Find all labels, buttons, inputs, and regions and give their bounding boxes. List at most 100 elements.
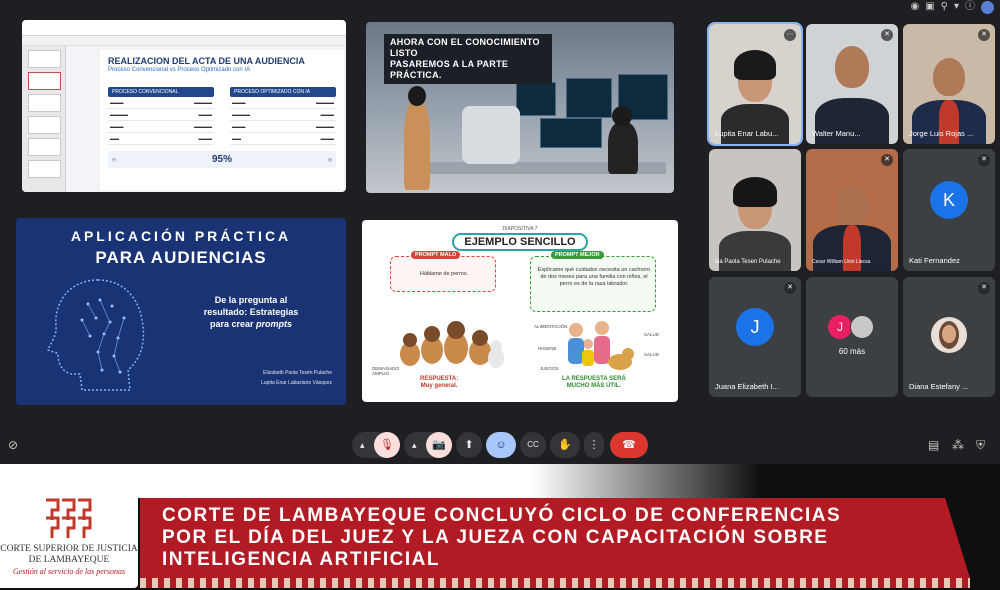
- participant-name: Walter Manu...: [812, 129, 861, 138]
- ej-kicker: DIAPOSITIVA 7: [502, 226, 538, 232]
- acta-row: ▬▬▬▬▬▬▬: [108, 97, 214, 109]
- mic-off-icon: ✕: [784, 282, 796, 294]
- participant-name: Jorge Luis Rojas ...: [909, 129, 974, 138]
- ej-good-answer: LA RESPUESTA SERÁ MUCHO MÁS ÚTIL.: [562, 376, 626, 390]
- ej-good-text: Explícame qué cuidados necesita un cacho…: [537, 267, 651, 287]
- participant-face: [933, 58, 965, 96]
- account-avatar[interactable]: [981, 0, 994, 14]
- participant-name: Diana Estefany ...: [909, 382, 969, 391]
- more-options-icon[interactable]: ⋯: [784, 29, 796, 41]
- court-logo-tagline: Gestión al servicio de las personas: [12, 567, 126, 576]
- acta-stat: 95%: [211, 154, 232, 165]
- raise-hand-button[interactable]: ✋: [550, 432, 580, 458]
- layout-icon[interactable]: ▣: [925, 1, 934, 13]
- participant-tile[interactable]: J ✕ Juana Elizabeth I...: [709, 277, 801, 397]
- mic-off-icon[interactable]: 🎙: [374, 432, 400, 458]
- participant-initial: K: [930, 181, 968, 220]
- acta-col-right-head: PROCESO OPTIMIZADO CON IA: [230, 87, 336, 97]
- mic-off-icon: ✕: [978, 154, 990, 166]
- participant-initial: J: [736, 308, 774, 347]
- record-icon[interactable]: ◉: [910, 1, 919, 13]
- acta-title: REALIZACION DEL ACTA DE UNA AUDIENCIA: [108, 56, 305, 66]
- acta-row: ▬▬▬▬▬▬▬: [230, 109, 336, 121]
- ap-body-line3: para crear prompts: [176, 318, 326, 330]
- ej-side-item: HIGIENE: [538, 346, 557, 351]
- leave-call-button[interactable]: ☎: [610, 432, 648, 458]
- ai-head-graphic: [47, 279, 145, 391]
- acta-col-left-head: PROCESO CONVENCIONAL: [108, 87, 214, 97]
- participant-tile[interactable]: ✕ Cesar William Uriol Llacsa: [806, 149, 898, 271]
- pin-icon[interactable]: ⚲: [941, 1, 948, 13]
- ap-body: De la pregunta al resultado: Estrategias…: [176, 294, 326, 330]
- mic-off-icon: ✕: [881, 154, 893, 166]
- shared-screen-aplicacion[interactable]: APLICACIÓN PRÁCTICA PARA AUDIENCIAS De l…: [16, 218, 346, 405]
- ej-bad-text: Háblame de perros.: [419, 271, 469, 277]
- mic-options-button[interactable]: ▴ 🎙: [352, 432, 400, 458]
- headline-line2: POR EL DÍA DEL JUEZ Y LA JUEZA CON CAPAC…: [162, 527, 829, 548]
- lab-banner-line2: PASAREMOS A LA PARTE PRÁCTICA.: [390, 59, 509, 80]
- lab-banner: AHORA CON EL CONOCIMIENTO LISTO PASAREMO…: [384, 34, 552, 84]
- participant-tile[interactable]: K ✕ Kati Fernandez: [903, 149, 995, 271]
- more-options-button[interactable]: ⋮: [584, 432, 604, 458]
- camera-options-button[interactable]: ▴ 📷: [404, 432, 452, 458]
- ej-good-answer-line2: MUCHO MÁS ÚTIL.: [566, 383, 622, 389]
- activities-icon[interactable]: ⁂: [952, 438, 964, 452]
- acta-subtitle: Proceso Convencional vs Proceso Optimiza…: [108, 67, 251, 73]
- emoji-button[interactable]: ☺: [486, 432, 516, 458]
- participant-tile[interactable]: ✕ Diana Estefany ...: [903, 277, 995, 397]
- ej-bad-answer-line2: Muy general.: [420, 383, 458, 389]
- participant-tile[interactable]: ✕ Walter Manu...: [806, 24, 898, 144]
- acta-summary: ◷ 95% ◎: [108, 151, 336, 168]
- court-logo-mark: [46, 498, 92, 538]
- ap-body-line2: resultado: Estrategias: [203, 307, 299, 317]
- more-participants-label: 60 más: [838, 347, 866, 356]
- info-icon[interactable]: ⓘ: [965, 1, 975, 13]
- participant-name: sia Paola Tesen Pulache: [715, 259, 781, 265]
- meeting-toolbar: ⊘ ▴ 🎙 ▴ 📷 ⬆ ☺ CC ✋ ⋮ ☎ ▤ ⁂ ⛨: [0, 432, 1000, 460]
- robot-arm: [462, 106, 520, 164]
- host-controls-icon[interactable]: ⛨: [976, 438, 985, 453]
- ppt-thumbnails: [22, 46, 66, 192]
- ej-bad-answer: RESPUESTA: Muy general.: [420, 376, 458, 390]
- court-logo: CORTE SUPERIOR DE JUSTICIA DE LAMBAYEQUE…: [0, 488, 138, 588]
- mic-off-icon: ✕: [978, 29, 990, 41]
- acta-row: ▬▬▬▬▬▬▬: [108, 121, 214, 133]
- pin-off-icon[interactable]: ⊘: [8, 438, 18, 452]
- participant-body: [721, 104, 789, 144]
- camera-off-icon[interactable]: 📷: [426, 432, 452, 458]
- slide-thumb: [28, 94, 61, 112]
- news-banner: CORTE DE LAMBAYEQUE CONCLUYÓ CICLO DE CO…: [0, 464, 1000, 590]
- ppt-ribbon: [22, 20, 346, 36]
- slide-thumb: [28, 116, 61, 134]
- court-logo-name: CORTE SUPERIOR DE JUSTICIA DE LAMBAYEQUE: [0, 544, 138, 566]
- chat-icon[interactable]: ▤: [928, 438, 939, 452]
- participant-tile[interactable]: sia Paola Tesen Pulache: [709, 149, 801, 271]
- participant-tile[interactable]: ⋯ Lupita Enar Labu...: [707, 22, 803, 146]
- participant-avatar: [850, 315, 874, 339]
- operator-head: [612, 106, 632, 126]
- ej-bad-tag: PROMPT MALO: [411, 251, 461, 259]
- participant-face: [836, 187, 868, 225]
- acta-row: ▬▬▬▬▬▬▬: [230, 97, 336, 109]
- acta-row: ▬▬ ▬▬▬: [230, 133, 336, 145]
- captions-button[interactable]: CC: [520, 432, 546, 458]
- acta-slide: REALIZACION DEL ACTA DE UNA AUDIENCIA Pr…: [100, 50, 344, 190]
- ap-body-emphasis: prompts: [256, 319, 293, 329]
- slide-thumb: [28, 138, 61, 156]
- family-illustration: [568, 321, 634, 370]
- banner-pattern: [140, 578, 970, 588]
- ej-bad-box: PROMPT MALO Háblame de perros.: [390, 251, 496, 292]
- present-button[interactable]: ⬆: [456, 432, 482, 458]
- shared-screen-lab[interactable]: AHORA CON EL CONOCIMIENTO LISTO PASAREMO…: [366, 22, 674, 193]
- banner-headline: CORTE DE LAMBAYEQUE CONCLUYÓ CICLO DE CO…: [162, 505, 952, 571]
- participant-tile[interactable]: ✕ Jorge Luis Rojas ...: [903, 24, 995, 144]
- shared-screen-ejemplo[interactable]: DIAPOSITIVA 7 EJEMPLO SENCILLO PROMPT MA…: [362, 220, 678, 402]
- ej-side-left: DEMASIADO AMPLIO: [372, 366, 400, 376]
- target-icon: ◎: [328, 156, 332, 162]
- headline-line3: INTELIGENCIA ARTIFICIAL: [162, 549, 440, 570]
- more-participants-tile[interactable]: J 60 más: [806, 277, 898, 397]
- court-logo-line2: DE LAMBAYEQUE: [28, 555, 110, 565]
- chevron-up-icon: ▴: [412, 440, 417, 450]
- shared-screen-acta[interactable]: REALIZACION DEL ACTA DE UNA AUDIENCIA Pr…: [22, 20, 346, 192]
- chevron-down-icon[interactable]: ▾: [954, 1, 959, 13]
